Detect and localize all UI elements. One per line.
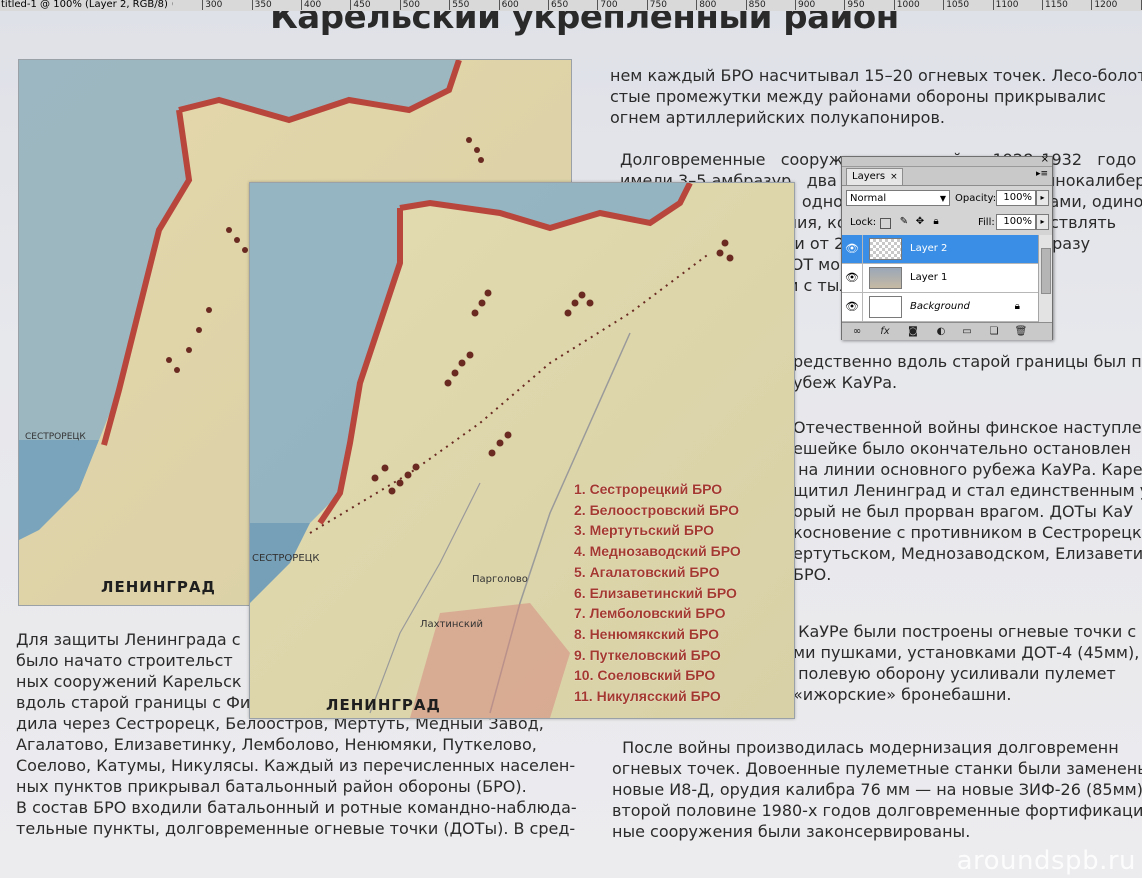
legend-item: 5. Агалатовский БРО xyxy=(574,563,720,580)
text-paragraph-6: После войны производилась модернизация д… xyxy=(612,738,1142,841)
tab-layers[interactable]: Layers × xyxy=(846,168,903,185)
lock-image-brush-icon[interactable]: ✎ xyxy=(898,216,910,228)
panel-close-icon[interactable]: × xyxy=(1041,154,1049,165)
background-layer-name[interactable]: Background xyxy=(910,301,970,312)
ruler-tick: 550 xyxy=(449,0,469,10)
legend-item: 8. Ненюмякский БРО xyxy=(574,625,720,642)
delete-layer-trash-icon[interactable]: 🗑︎ xyxy=(1014,325,1028,338)
legend-item: 4. Меднозаводский БРО xyxy=(574,543,741,560)
layers-panel-titlebar[interactable]: × xyxy=(842,154,1052,167)
ruler-tick: 700 xyxy=(597,0,618,10)
opacity-input[interactable]: 100% xyxy=(996,190,1036,206)
layer-row-layer-1[interactable]: 👁︎ Layer 1 xyxy=(842,264,1038,293)
text-paragraph-3: редственно вдоль старой границы был п уб… xyxy=(793,352,1142,392)
map-front-lakhta-label: Лахтинский xyxy=(420,619,483,630)
layer-1-name[interactable]: Layer 1 xyxy=(910,272,947,283)
lock-label: Lock: xyxy=(850,217,877,228)
fill-input[interactable]: 100% xyxy=(996,214,1036,230)
legend-item: 2. Белоостровский БРО xyxy=(574,501,740,518)
layer-list-scrollbar[interactable] xyxy=(1038,235,1052,322)
lock-position-move-icon[interactable]: ✥ xyxy=(914,216,926,228)
layer-2-thumbnail xyxy=(869,238,902,260)
tab-close-icon[interactable]: × xyxy=(890,172,898,182)
lock-transparent-icon[interactable] xyxy=(880,218,891,229)
scrollbar-thumb[interactable] xyxy=(1041,248,1051,294)
ruler-tick: 300 xyxy=(202,0,222,10)
eye-column-divider xyxy=(862,235,863,264)
lock-fill-row: Lock: ✎ ✥ 🔒︎ Fill: 100% ▸ xyxy=(842,211,1052,235)
legend-item: 10. Соеловский БРО xyxy=(574,667,716,684)
legend-item: 1. Сестрорецкий БРО xyxy=(574,481,723,497)
ruler-tick: 1150 xyxy=(1042,0,1068,10)
tab-layers-label: Layers xyxy=(852,171,886,182)
watermark: aroundspb.ru xyxy=(956,846,1136,876)
layer-2-name[interactable]: Layer 2 xyxy=(910,243,947,254)
layer-row-background[interactable]: 👁︎ Background 🔒︎ xyxy=(842,293,1038,322)
layers-panel-toolbar: ∞ fx ◙ ◐ ▭ ❏ 🗑︎ xyxy=(842,322,1052,340)
map-front-pargolovo-label: Парголово xyxy=(472,574,528,585)
blend-mode-value: Normal xyxy=(850,193,887,204)
ruler-tick: 1000 xyxy=(893,0,920,10)
map-back-city-label: ЛЕНИНГРАД xyxy=(101,578,216,596)
adjustment-layer-icon[interactable]: ◐ xyxy=(934,325,948,338)
ruler-tick: 500 xyxy=(399,0,420,10)
ruler-tick: 850 xyxy=(745,0,766,10)
background-thumbnail xyxy=(869,296,902,318)
eye-visibility-icon[interactable]: 👁︎ xyxy=(845,243,859,255)
map-layer-2[interactable]: ЛЕНИНГРАД СЕСТРОРЕЦК Парголово Лахтински… xyxy=(249,182,795,719)
eye-visibility-icon[interactable]: 👁︎ xyxy=(845,272,859,284)
ruler-tick: 600 xyxy=(498,0,519,10)
fill-label: Fill: xyxy=(978,217,995,228)
chevron-down-icon: ▼ xyxy=(939,194,946,203)
legend-item: 6. Елизаветинский БРО xyxy=(574,584,737,601)
ruler-tick: 950 xyxy=(844,0,865,10)
text-top-right: нем каждый БРО насчитывал 15–20 огневых … xyxy=(610,66,1142,127)
document-canvas[interactable]: Карельский укрепленный район нем каждый … xyxy=(0,11,1142,878)
eye-column-divider xyxy=(862,293,863,322)
new-group-folder-icon[interactable]: ▭ xyxy=(960,325,974,338)
map-front-city-label: ЛЕНИНГРАД xyxy=(326,696,441,714)
ruler-tick: 400 xyxy=(301,0,321,10)
ruler-tick: 800 xyxy=(696,0,716,10)
text-paragraph-5: КаУРе были построены огневые точки с п м… xyxy=(793,622,1142,704)
new-layer-icon[interactable]: ❏ xyxy=(987,325,1001,338)
poster-title: Карельский укрепленный район xyxy=(270,11,899,37)
ruler-tick: 1200 xyxy=(1091,0,1117,10)
legend-item: 11. Никулясский БРО xyxy=(574,688,721,705)
legend-item: 9. Путкеловский БРО xyxy=(574,646,721,663)
ruler-tick: 1050 xyxy=(943,0,969,10)
layer-row-layer-2[interactable]: 👁︎ Layer 2 xyxy=(842,235,1038,264)
opacity-label: Opacity: xyxy=(955,193,997,204)
ruler-tick: 650 xyxy=(548,0,568,10)
layer-mask-icon[interactable]: ◙ xyxy=(906,325,920,338)
layers-panel-tabs: Layers × ▸≡ xyxy=(842,167,1052,186)
lock-all-icon[interactable]: 🔒︎ xyxy=(930,216,942,228)
legend-item: 7. Лемболовский БРО xyxy=(574,605,726,622)
blend-mode-select[interactable]: Normal ▼ xyxy=(846,190,950,206)
layers-panel[interactable]: × Layers × ▸≡ Normal ▼ Opacity: 100% ▸ Loc… xyxy=(841,154,1053,340)
layer-list: 👁︎ Layer 2 👁︎ Layer 1 👁︎ Background 🔒︎ xyxy=(842,235,1038,322)
eye-column-divider xyxy=(862,264,863,293)
layer-1-thumbnail xyxy=(869,267,902,289)
map-legend: 1. Сестрорецкий БРО 2. Белоостровский БРО… xyxy=(574,479,741,707)
link-layers-icon[interactable]: ∞ xyxy=(850,325,864,338)
legend-item: 3. Мертутьский БРО xyxy=(574,522,715,539)
layer-style-fx-icon[interactable]: fx xyxy=(878,325,892,338)
eye-visibility-icon[interactable]: 👁︎ xyxy=(845,301,859,313)
ruler-tick: 350 xyxy=(251,0,272,10)
map-back-sestroretsk-label: СЕСТРОРЕЦК xyxy=(25,432,86,442)
map-front-sestroretsk-label: СЕСТРОРЕЦК xyxy=(252,553,320,564)
ruler-tick: 1100 xyxy=(992,0,1019,10)
text-paragraph-4: Отечественной войны финское наступлени е… xyxy=(793,418,1142,584)
ruler-tick: 750 xyxy=(646,0,667,10)
panel-menu-icon[interactable]: ▸≡ xyxy=(1036,169,1048,179)
document-title: titled-1 @ 100% (Layer 2, RGB/8) xyxy=(1,0,172,10)
ruler-tick: 900 xyxy=(795,0,815,10)
ruler-tick: 450 xyxy=(350,0,371,10)
layer-lock-icon: 🔒︎ xyxy=(1014,301,1020,312)
opacity-slider-arrow-icon[interactable]: ▸ xyxy=(1036,190,1049,206)
blend-opacity-row: Normal ▼ Opacity: 100% ▸ xyxy=(842,187,1052,211)
fill-slider-arrow-icon[interactable]: ▸ xyxy=(1036,214,1049,230)
